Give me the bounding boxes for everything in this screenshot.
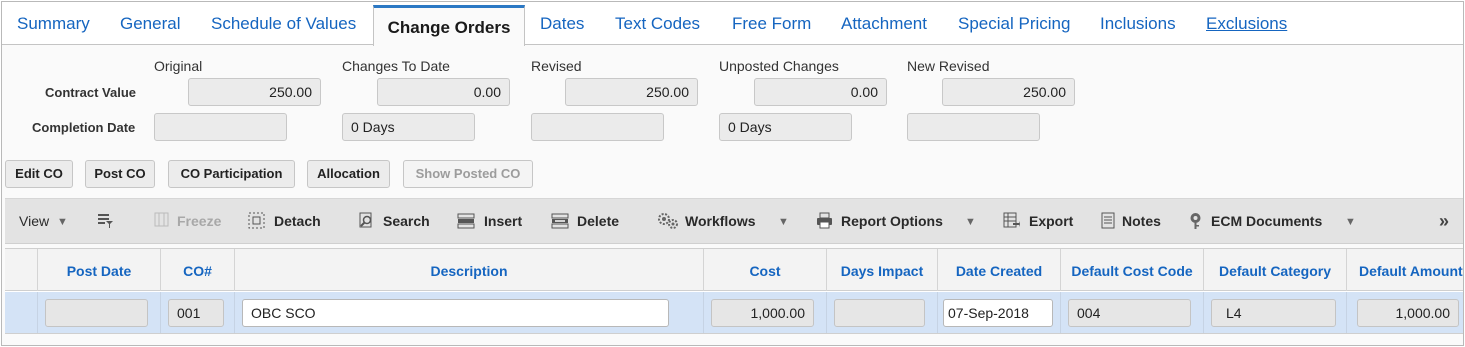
contract-value-label: Contract Value <box>45 85 137 100</box>
freeze-button[interactable]: Freeze <box>177 199 221 243</box>
column-header-original: Original <box>154 58 203 74</box>
post-date-field <box>45 299 148 327</box>
column-header-default-amount[interactable]: Default Amount <box>1347 249 1463 291</box>
workflows-dropdown-icon[interactable]: ▼ <box>778 199 789 243</box>
ecm-documents-dropdown-icon[interactable]: ▼ <box>1345 199 1356 243</box>
column-header-co-number[interactable]: CO# <box>161 249 235 291</box>
workflows-button[interactable]: Workflows <box>685 199 756 243</box>
completion-date-revised-field <box>531 113 664 141</box>
completion-date-changes-to-date-field: 0 Days <box>342 113 475 141</box>
co-number-cell: 001 <box>161 292 235 333</box>
tab-dates[interactable]: Dates <box>540 2 584 45</box>
post-co-button[interactable]: Post CO <box>85 160 155 188</box>
contract-value-new-revised-field: 250.00 <box>942 78 1075 106</box>
tab-change-orders[interactable]: Change Orders <box>373 5 525 46</box>
detach-button[interactable]: Detach <box>274 199 321 243</box>
days-impact-cell <box>827 292 938 333</box>
default-category-field: L4 <box>1211 299 1336 327</box>
report-options-button[interactable]: Report Options <box>841 199 943 243</box>
tab-free-form[interactable]: Free Form <box>732 2 811 45</box>
tab-bar: Summary General Schedule of Values Chang… <box>2 2 1463 46</box>
tab-exclusions[interactable]: Exclusions <box>1206 2 1287 45</box>
column-header-new-revised: New Revised <box>907 58 990 74</box>
view-dropdown-icon[interactable]: ▼ <box>57 199 68 243</box>
grid-header-row: Post Date CO# Description Cost Days Impa… <box>5 249 1463 291</box>
contract-value-revised-field: 250.00 <box>565 78 698 106</box>
column-header-cost[interactable]: Cost <box>704 249 827 291</box>
workflows-gear-icon <box>657 212 679 229</box>
table-row[interactable]: 001 OBC SCO 1,000.00 07-Sep-2018 004 L4 … <box>5 292 1463 333</box>
co-participation-button[interactable]: CO Participation <box>168 160 295 188</box>
ecm-documents-button[interactable]: ECM Documents <box>1211 199 1322 243</box>
row-selector-header <box>5 249 38 291</box>
default-cost-code-field: 004 <box>1068 299 1191 327</box>
show-posted-co-button[interactable]: Show Posted CO <box>403 160 533 188</box>
view-menu[interactable]: View <box>19 199 49 243</box>
column-header-date-created[interactable]: Date Created <box>938 249 1061 291</box>
default-amount-field: 1,000.00 <box>1357 299 1459 327</box>
export-icon <box>1003 212 1020 229</box>
column-header-description[interactable]: Description <box>235 249 704 291</box>
tab-general[interactable]: General <box>120 2 180 45</box>
tab-attachment[interactable]: Attachment <box>841 2 927 45</box>
column-header-unposted-changes: Unposted Changes <box>719 58 839 74</box>
contract-change-orders-panel: Summary General Schedule of Values Chang… <box>1 1 1464 346</box>
detach-icon <box>248 212 265 229</box>
days-impact-field <box>834 299 925 327</box>
description-cell: OBC SCO <box>235 292 704 333</box>
row-selector-cell[interactable] <box>5 292 38 333</box>
column-header-default-cost-code[interactable]: Default Cost Code <box>1061 249 1204 291</box>
default-category-cell: L4 <box>1204 292 1347 333</box>
completion-date-unposted-changes-field: 0 Days <box>719 113 852 141</box>
contract-value-changes-to-date-field: 0.00 <box>377 78 510 106</box>
insert-icon <box>457 212 475 229</box>
report-options-dropdown-icon[interactable]: ▼ <box>965 199 976 243</box>
notes-button[interactable]: Notes <box>1122 199 1161 243</box>
description-input[interactable]: OBC SCO <box>242 299 669 327</box>
search-button[interactable]: Search <box>383 199 430 243</box>
change-orders-grid: Post Date CO# Description Cost Days Impa… <box>5 248 1463 334</box>
default-amount-cell: 1,000.00 <box>1347 292 1463 333</box>
column-header-default-category[interactable]: Default Category <box>1204 249 1347 291</box>
co-number-field: 001 <box>168 299 224 327</box>
search-icon <box>358 212 375 229</box>
export-button[interactable]: Export <box>1029 199 1073 243</box>
date-created-cell: 07-Sep-2018 <box>938 292 1061 333</box>
completion-date-new-revised-field <box>907 113 1040 141</box>
freeze-icon <box>153 212 170 229</box>
tab-inclusions[interactable]: Inclusions <box>1100 2 1176 45</box>
tab-summary[interactable]: Summary <box>17 2 90 45</box>
ecm-documents-icon <box>1187 212 1204 229</box>
filter-icon[interactable] <box>97 212 114 229</box>
insert-button[interactable]: Insert <box>484 199 522 243</box>
completion-date-original-field <box>154 113 287 141</box>
column-header-revised: Revised <box>531 58 582 74</box>
date-created-input[interactable]: 07-Sep-2018 <box>943 299 1053 327</box>
notes-icon <box>1099 212 1116 229</box>
delete-icon <box>551 212 569 229</box>
post-date-cell <box>38 292 161 333</box>
cost-cell: 1,000.00 <box>704 292 827 333</box>
column-header-post-date[interactable]: Post Date <box>38 249 161 291</box>
cost-field: 1,000.00 <box>711 299 814 327</box>
tab-schedule-of-values[interactable]: Schedule of Values <box>211 2 356 45</box>
default-cost-code-cell: 004 <box>1061 292 1204 333</box>
column-header-changes-to-date: Changes To Date <box>342 58 450 74</box>
delete-button[interactable]: Delete <box>577 199 619 243</box>
printer-icon <box>816 212 833 229</box>
column-header-days-impact[interactable]: Days Impact <box>827 249 938 291</box>
grid-toolbar: View ▼ Freeze Detach Search Insert Delet… <box>5 198 1463 244</box>
contract-value-unposted-changes-field: 0.00 <box>754 78 887 106</box>
tab-special-pricing[interactable]: Special Pricing <box>958 2 1070 45</box>
tab-text-codes[interactable]: Text Codes <box>615 2 700 45</box>
chevron-double-right-icon[interactable]: » <box>1439 199 1449 243</box>
allocation-button[interactable]: Allocation <box>307 160 390 188</box>
completion-date-label: Completion Date <box>32 120 136 135</box>
edit-co-button[interactable]: Edit CO <box>5 160 73 188</box>
contract-value-original-field: 250.00 <box>188 78 321 106</box>
